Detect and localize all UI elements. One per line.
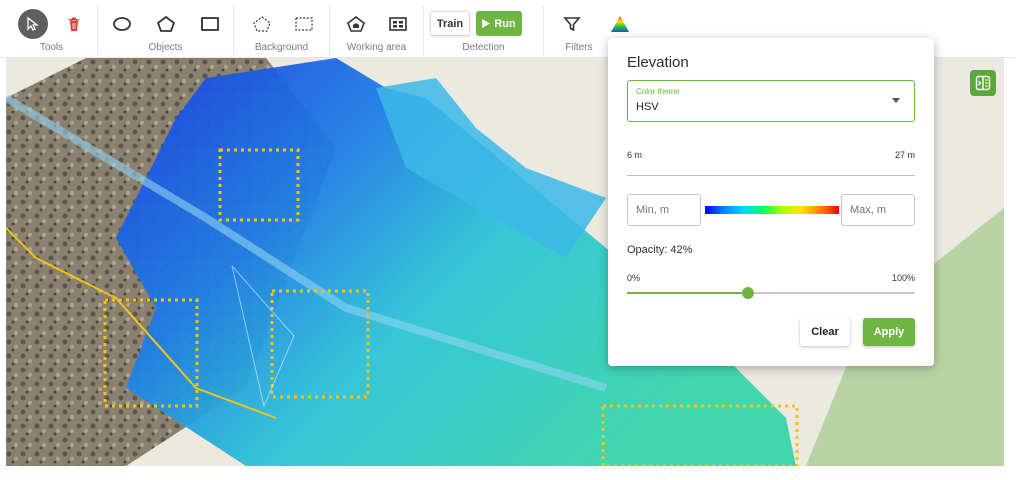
tools-group: Tools [6,6,98,56]
apply-button[interactable]: Apply [863,318,915,346]
working-area-group: Working area [330,6,424,56]
dashed-pentagon-icon [253,16,271,32]
opacity-slider-thumb[interactable] [741,287,754,299]
color-theme-label: Color theme [636,87,680,96]
funnel-icon [563,17,581,32]
panel-toggle-icon [975,75,991,91]
rectangle-tool-button[interactable] [196,10,224,38]
working-area-polygon-button[interactable] [342,10,370,38]
tools-group-label: Tools [39,42,64,53]
panel-title: Elevation [627,54,689,71]
delete-button[interactable] [60,10,88,38]
opacity-slider[interactable] [627,287,915,299]
working-area-rectangle-button[interactable] [384,10,412,38]
cursor-icon [27,16,39,31]
side-panel-toggle-button[interactable] [970,70,996,96]
range-min-label: 6 m [627,150,643,160]
run-button[interactable]: Run [476,11,522,36]
clear-button[interactable]: Clear [800,318,850,346]
area-grid-icon [389,17,407,31]
background-polygon-button[interactable] [248,10,276,38]
opacity-min-label: 0% [627,273,641,283]
trash-icon [69,17,79,31]
color-scale-bar [705,206,839,214]
background-rectangle-button[interactable] [290,10,318,38]
run-button-label: Run [494,17,516,30]
elevation-button[interactable] [606,10,634,38]
pentagon-icon [156,15,176,32]
opacity-slider-fill [627,292,748,294]
clear-button-label: Clear [811,326,839,338]
elevation-triangle-icon [611,16,629,32]
chevron-down-icon [892,98,900,103]
background-group-label: Background [254,42,309,53]
filter-button[interactable] [558,10,586,38]
color-theme-select[interactable]: Color theme HSV [627,80,915,122]
opacity-max-label: 100% [891,273,915,283]
range-max-label: 27 m [894,150,915,160]
working-area-group-label: Working area [346,42,407,53]
color-theme-value: HSV [636,101,659,113]
max-elevation-input[interactable] [841,194,915,226]
select-tool-button[interactable] [18,9,48,39]
app-root: Tools Objects Background Working area Tr… [0,0,1016,480]
detection-group: Train Run Detection [424,6,544,56]
apply-button-label: Apply [873,326,905,338]
opacity-label: Opacity: 42% [627,244,693,256]
dashed-rectangle-icon [295,17,313,31]
objects-group: Objects [98,6,234,56]
background-group: Background [234,6,330,56]
home-area-icon [347,16,365,32]
objects-group-label: Objects [148,42,183,53]
train-button-label: Train [436,17,464,30]
detection-group-label: Detection [462,42,505,53]
elevation-panel: Elevation Color theme HSV 6 m 27 m Opaci… [608,38,934,366]
train-button[interactable]: Train [430,11,470,36]
min-elevation-input[interactable] [627,194,701,226]
ellipse-icon [113,17,131,31]
ellipse-tool-button[interactable] [108,10,136,38]
rectangle-icon [201,17,219,31]
range-track[interactable] [627,175,915,176]
play-icon [482,19,491,28]
polygon-tool-button[interactable] [152,10,180,38]
